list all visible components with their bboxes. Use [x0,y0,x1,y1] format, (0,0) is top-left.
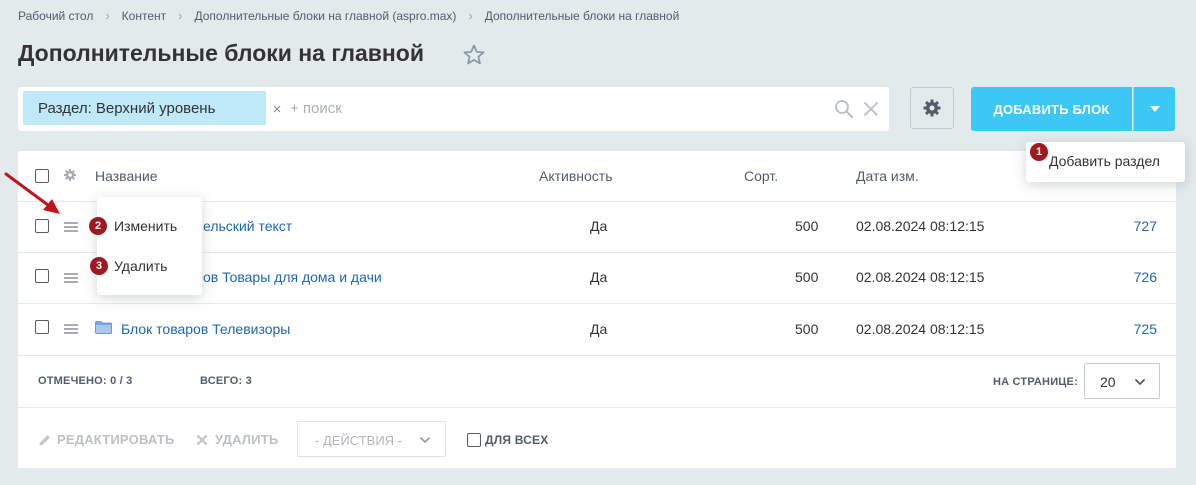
caret-down-icon [1149,106,1160,112]
row-name-link[interactable]: ов Товары для дома и дачи [203,269,382,285]
add-dropdown-menu: Добавить раздел [1026,142,1185,182]
page-title: Дополнительные блоки на главной [18,40,424,66]
add-section-item[interactable]: Добавить раздел [1049,153,1160,169]
delete-action-button[interactable]: УДАЛИТЬ [196,432,278,447]
row-checkbox[interactable] [35,269,49,283]
row-id[interactable]: 726 [1134,269,1157,285]
row-sort: 500 [795,321,819,337]
search-icon[interactable] [834,99,854,119]
add-block-button[interactable]: ДОБАВИТЬ БЛОК [971,87,1132,131]
selected-count-label: ОТМЕЧЕНО: [38,375,107,387]
filter-chip-label: Раздел: Верхний уровень [38,100,216,117]
row-name-link[interactable]: Блок товаров Телевизоры [121,321,290,337]
column-header-sort[interactable]: Сорт. [744,168,778,184]
filter-bar[interactable]: Раздел: Верхний уровень × [18,87,889,131]
filter-chip[interactable]: Раздел: Верхний уровень [23,91,266,125]
row-date: 02.08.2024 08:12:15 [856,218,985,234]
breadcrumb-content[interactable]: Контент [122,9,166,23]
per-page-select[interactable]: 20 [1084,363,1160,399]
row-context-menu: Изменить Удалить [97,197,202,295]
row-sort: 500 [795,269,819,285]
column-header-active[interactable]: Активность [539,168,613,184]
per-page-label: НА СТРАНИЦЕ: [993,376,1078,388]
row-id[interactable]: 727 [1134,218,1157,234]
row-date: 02.08.2024 08:12:15 [856,269,985,285]
row-name-link[interactable]: ельский текст [203,218,292,234]
column-header-name[interactable]: Название [95,168,158,184]
selected-count: ОТМЕЧЕНО: 0 / 3 [38,375,132,387]
breadcrumb-separator: › [468,8,473,23]
for-all-checkbox[interactable] [467,433,481,447]
chevron-down-icon [420,437,430,443]
row-id[interactable]: 725 [1134,321,1157,337]
column-header-date[interactable]: Дата изм. [856,168,919,184]
search-input[interactable] [290,96,830,120]
row-checkbox[interactable] [35,320,49,334]
breadcrumb-separator: › [178,8,183,23]
annotation-arrow-icon [4,172,60,214]
chevron-down-icon [1135,379,1145,385]
drag-handle-icon[interactable] [64,273,78,283]
row-active: Да [590,269,608,285]
row-sort: 500 [795,218,819,234]
for-all-label: ДЛЯ ВСЕХ [485,433,549,447]
breadcrumb: Рабочий стол › Контент › Дополнительные … [18,8,679,23]
settings-button[interactable] [910,87,954,129]
annotation-badge-3: 3 [89,256,109,276]
edit-action-label: РЕДАКТИРОВАТЬ [57,432,175,447]
divider [18,303,1176,304]
breadcrumb-separator: › [105,8,110,23]
filter-chip-remove-icon[interactable]: × [265,92,289,126]
row-active: Да [590,321,608,337]
edit-action-button[interactable]: РЕДАКТИРОВАТЬ [38,432,175,447]
divider [18,407,1176,408]
row-date: 02.08.2024 08:12:15 [856,321,985,337]
total-count-label: ВСЕГО: [200,375,243,387]
breadcrumb-blocks-aspro[interactable]: Дополнительные блоки на главной (aspro.m… [194,9,456,23]
row-checkbox[interactable] [35,219,49,233]
divider [18,355,1176,356]
drag-handle-icon[interactable] [64,222,78,232]
total-count: ВСЕГО: 3 [200,375,252,387]
pencil-icon [39,434,50,445]
annotation-badge-1: 1 [1029,142,1049,162]
delete-action-label: УДАЛИТЬ [215,432,279,447]
breadcrumb-current[interactable]: Дополнительные блоки на главной [485,9,680,23]
actions-select[interactable]: - ДЕЙСТВИЯ - [297,421,446,457]
total-count-value: 3 [245,375,252,387]
per-page-value: 20 [1100,374,1116,390]
breadcrumb-desktop[interactable]: Рабочий стол [18,9,93,23]
add-menu-toggle[interactable] [1133,87,1175,131]
folder-icon [95,321,112,334]
row-active: Да [590,218,608,234]
annotation-badge-2: 2 [88,216,108,236]
gear-icon [923,99,941,117]
cross-icon [196,434,208,445]
context-menu-edit[interactable]: Изменить [114,218,177,234]
star-icon[interactable] [462,43,486,67]
actions-select-value: - ДЕЙСТВИЯ - [315,433,403,448]
close-icon[interactable] [861,99,881,119]
context-menu-delete[interactable]: Удалить [114,258,167,274]
selected-count-value: 0 / 3 [110,375,133,387]
drag-handle-icon[interactable] [64,324,78,334]
